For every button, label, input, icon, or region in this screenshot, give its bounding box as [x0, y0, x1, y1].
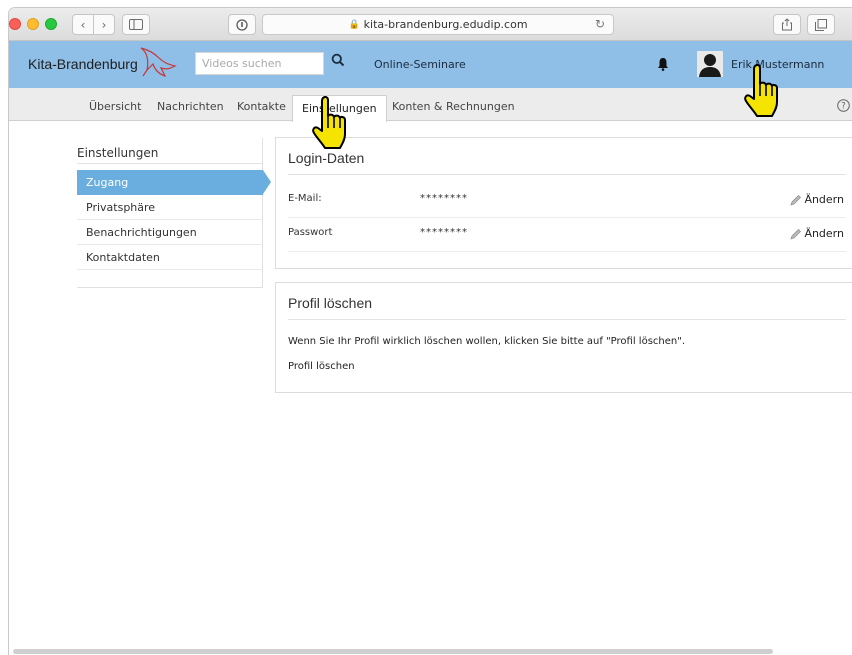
address-url: kita-brandenburg.edudip.com	[363, 18, 528, 31]
privacy-report-button[interactable]	[228, 14, 256, 35]
email-label: E-Mail:	[288, 193, 322, 204]
privacy-shield-icon	[236, 18, 248, 31]
bird-logo-icon	[140, 47, 177, 78]
sidebar-item-benachrichtigungen[interactable]: Benachrichtigungen	[77, 220, 263, 245]
tab-kontakte[interactable]: Kontakte	[237, 100, 286, 113]
divider	[288, 319, 846, 320]
email-row: E-Mail: ******** Ändern	[288, 184, 846, 218]
site-header: Kita-Brandenburg Videos suchen Online-Se…	[9, 41, 852, 88]
hand-cursor-icon	[744, 64, 778, 117]
sidebar-toggle-button[interactable]	[122, 14, 150, 35]
divider	[288, 174, 846, 175]
sidebar-icon	[129, 19, 143, 30]
address-bar[interactable]: 🔒 kita-brandenburg.edudip.com ↻	[262, 14, 614, 35]
chevron-left-icon: ‹	[80, 17, 86, 32]
avatar[interactable]	[697, 51, 723, 77]
login-data-panel: Login-Daten E-Mail: ******** Ändern Pass…	[275, 137, 852, 269]
login-panel-title: Login-Daten	[288, 150, 365, 166]
chevron-right-icon: ›	[101, 17, 107, 32]
hand-cursor-icon	[312, 96, 346, 149]
email-value: ********	[420, 193, 468, 204]
help-icon[interactable]: ?	[837, 99, 850, 112]
delete-panel-title: Profil löschen	[288, 295, 373, 311]
main-tabbar: Übersicht Nachrichten Kontakte Einstellu…	[9, 88, 852, 122]
reload-icon[interactable]: ↻	[595, 17, 605, 31]
change-password-label: Ändern	[804, 227, 844, 240]
brand-logo-text[interactable]: Kita-Brandenburg	[28, 56, 138, 72]
back-button[interactable]: ‹	[72, 14, 94, 35]
password-value: ********	[420, 227, 468, 238]
pencil-icon	[790, 194, 802, 206]
change-password-button[interactable]: Ändern	[790, 227, 844, 240]
zoom-window-button[interactable]	[45, 18, 57, 30]
browser-window: ‹ › 🔒 kita-brandenburg.edudip.com ↻ Kita…	[9, 8, 852, 655]
divider	[77, 163, 263, 164]
search-input[interactable]: Videos suchen	[195, 52, 324, 75]
lock-icon: 🔒	[348, 19, 360, 30]
forward-button[interactable]: ›	[93, 14, 115, 35]
sidebar-item-privatsphaere[interactable]: Privatsphäre	[77, 195, 263, 220]
online-seminare-link[interactable]: Online-Seminare	[374, 58, 466, 71]
tab-nachrichten[interactable]: Nachrichten	[157, 100, 224, 113]
delete-profile-text: Wenn Sie Ihr Profil wirklich löschen wol…	[288, 336, 686, 347]
tab-overview-button[interactable]	[807, 14, 835, 35]
delete-profile-link[interactable]: Profil löschen	[288, 361, 355, 372]
pencil-icon	[790, 228, 802, 240]
tab-uebersicht[interactable]: Übersicht	[89, 100, 141, 113]
delete-profile-panel: Profil löschen Wenn Sie Ihr Profil wirkl…	[275, 282, 852, 393]
password-label: Passwort	[288, 227, 333, 238]
sidebar-item-kontaktdaten[interactable]: Kontaktdaten	[77, 245, 263, 270]
svg-text:?: ?	[841, 102, 846, 112]
minimize-window-button[interactable]	[27, 18, 39, 30]
share-icon	[782, 18, 792, 31]
sidebar-item-zugang[interactable]: Zugang	[77, 170, 271, 195]
horizontal-scrollbar[interactable]	[13, 649, 773, 654]
user-avatar-icon	[697, 51, 723, 77]
change-email-label: Ändern	[804, 193, 844, 206]
browser-toolbar: ‹ › 🔒 kita-brandenburg.edudip.com ↻	[9, 8, 852, 41]
bell-icon[interactable]	[657, 57, 669, 71]
search-placeholder: Videos suchen	[202, 57, 282, 70]
password-row: Passwort ******** Ändern	[288, 218, 846, 252]
settings-sidebar: Einstellungen Zugang Privatsphäre Benach…	[77, 138, 271, 288]
sidebar-title: Einstellungen	[77, 146, 159, 160]
change-email-button[interactable]: Ändern	[790, 193, 844, 206]
tabs-icon	[815, 18, 827, 31]
share-button[interactable]	[773, 14, 801, 35]
search-icon[interactable]	[331, 53, 345, 67]
tab-konten-rechnungen[interactable]: Konten & Rechnungen	[392, 100, 515, 113]
close-window-button[interactable]	[9, 18, 21, 30]
